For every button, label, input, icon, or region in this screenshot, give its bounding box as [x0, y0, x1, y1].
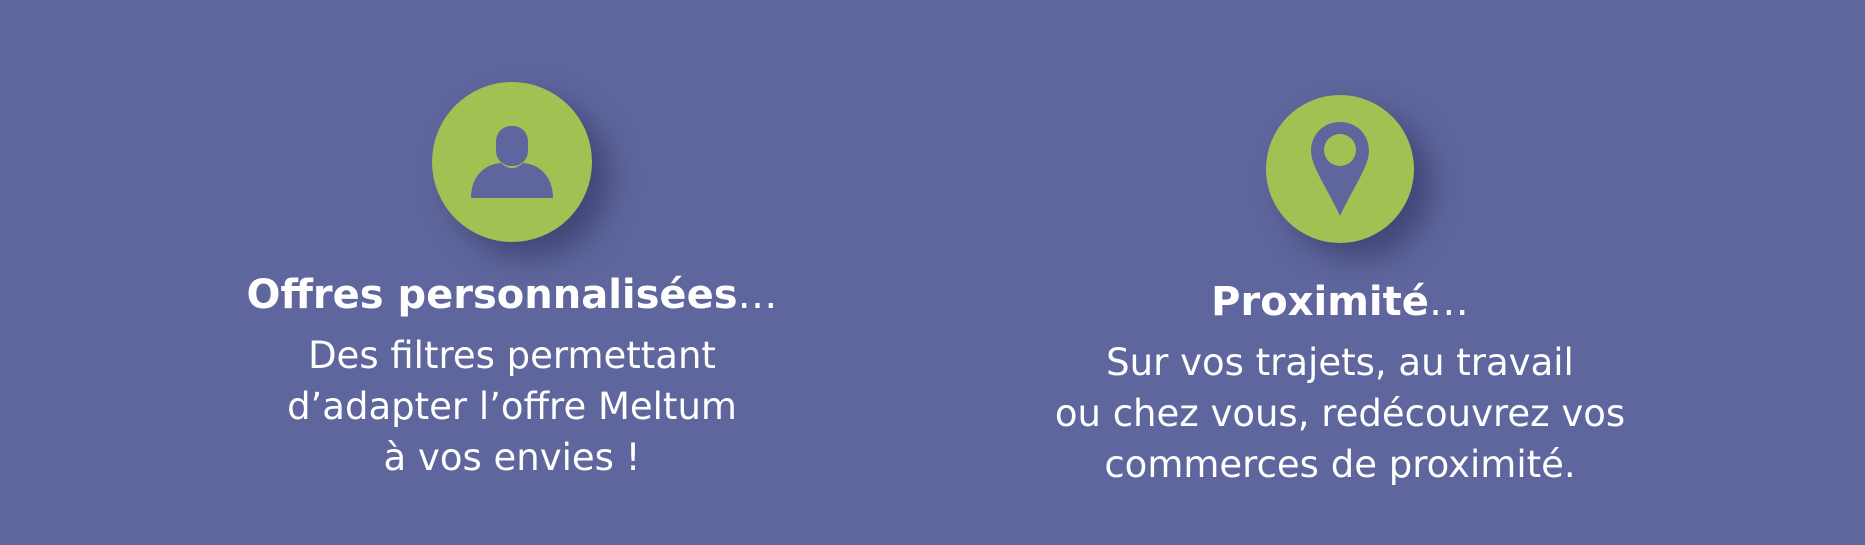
description-line: d’adapter l’offre Meltum — [287, 385, 737, 428]
description-line: ou chez vous, redécouvrez vos — [1054, 392, 1626, 435]
description-line: à vos envies ! — [383, 436, 641, 479]
feature-title: Proximité… — [1211, 277, 1469, 327]
user-icon — [471, 126, 553, 198]
description-line: commerces de proximité. — [1104, 443, 1576, 486]
title-text: Offres personnalisées — [246, 272, 738, 318]
description-line: Des filtres permettant — [308, 334, 716, 377]
description-line: Sur vos trajets, au travail — [1106, 341, 1574, 384]
title-ellipsis: … — [737, 272, 778, 318]
feature-description: Des filtres permettant d’adapter l’offre… — [287, 330, 737, 483]
title-text: Proximité — [1211, 279, 1429, 325]
user-icon-badge — [432, 82, 592, 242]
feature-title: Offres personnalisées… — [246, 270, 777, 320]
title-ellipsis: … — [1428, 279, 1469, 325]
location-pin-icon — [1311, 122, 1369, 216]
location-pin-icon-badge — [1266, 95, 1414, 243]
feature-proximity: Proximité… Sur vos trajets, au travail o… — [1040, 0, 1640, 545]
feature-description: Sur vos trajets, au travail ou chez vous… — [1055, 337, 1625, 490]
feature-personalized-offers: Offres personnalisées… Des filtres perme… — [212, 0, 812, 545]
